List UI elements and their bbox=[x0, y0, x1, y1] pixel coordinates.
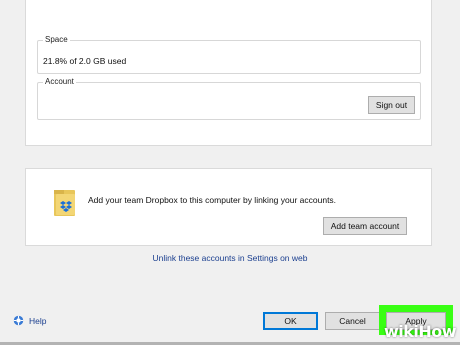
unlink-accounts-link[interactable]: Unlink these accounts in Settings on web bbox=[0, 253, 460, 263]
help-label: Help bbox=[29, 315, 47, 326]
space-legend: Space bbox=[43, 35, 70, 44]
team-account-panel: Add your team Dropbox to this computer b… bbox=[25, 168, 432, 246]
account-legend: Account bbox=[43, 77, 76, 86]
cancel-button[interactable]: Cancel bbox=[325, 312, 380, 330]
account-group: Account bbox=[37, 77, 421, 120]
dropbox-folder-icon bbox=[54, 190, 75, 216]
wikihow-watermark: wikiHow bbox=[383, 322, 457, 341]
sign-out-button[interactable]: Sign out bbox=[368, 96, 415, 114]
watermark-how: How bbox=[418, 322, 456, 341]
team-link-message: Add your team Dropbox to this computer b… bbox=[88, 195, 337, 205]
space-usage-text: 21.8% of 2.0 GB used bbox=[43, 56, 127, 66]
help-link[interactable]: Help bbox=[13, 315, 46, 326]
add-team-account-button[interactable]: Add team account bbox=[323, 217, 407, 235]
account-settings-panel: Space 21.8% of 2.0 GB used Account Sign … bbox=[25, 0, 432, 146]
watermark-wiki: wiki bbox=[383, 322, 419, 341]
lifebuoy-help-icon bbox=[13, 315, 24, 326]
ok-button[interactable]: OK bbox=[263, 312, 318, 330]
